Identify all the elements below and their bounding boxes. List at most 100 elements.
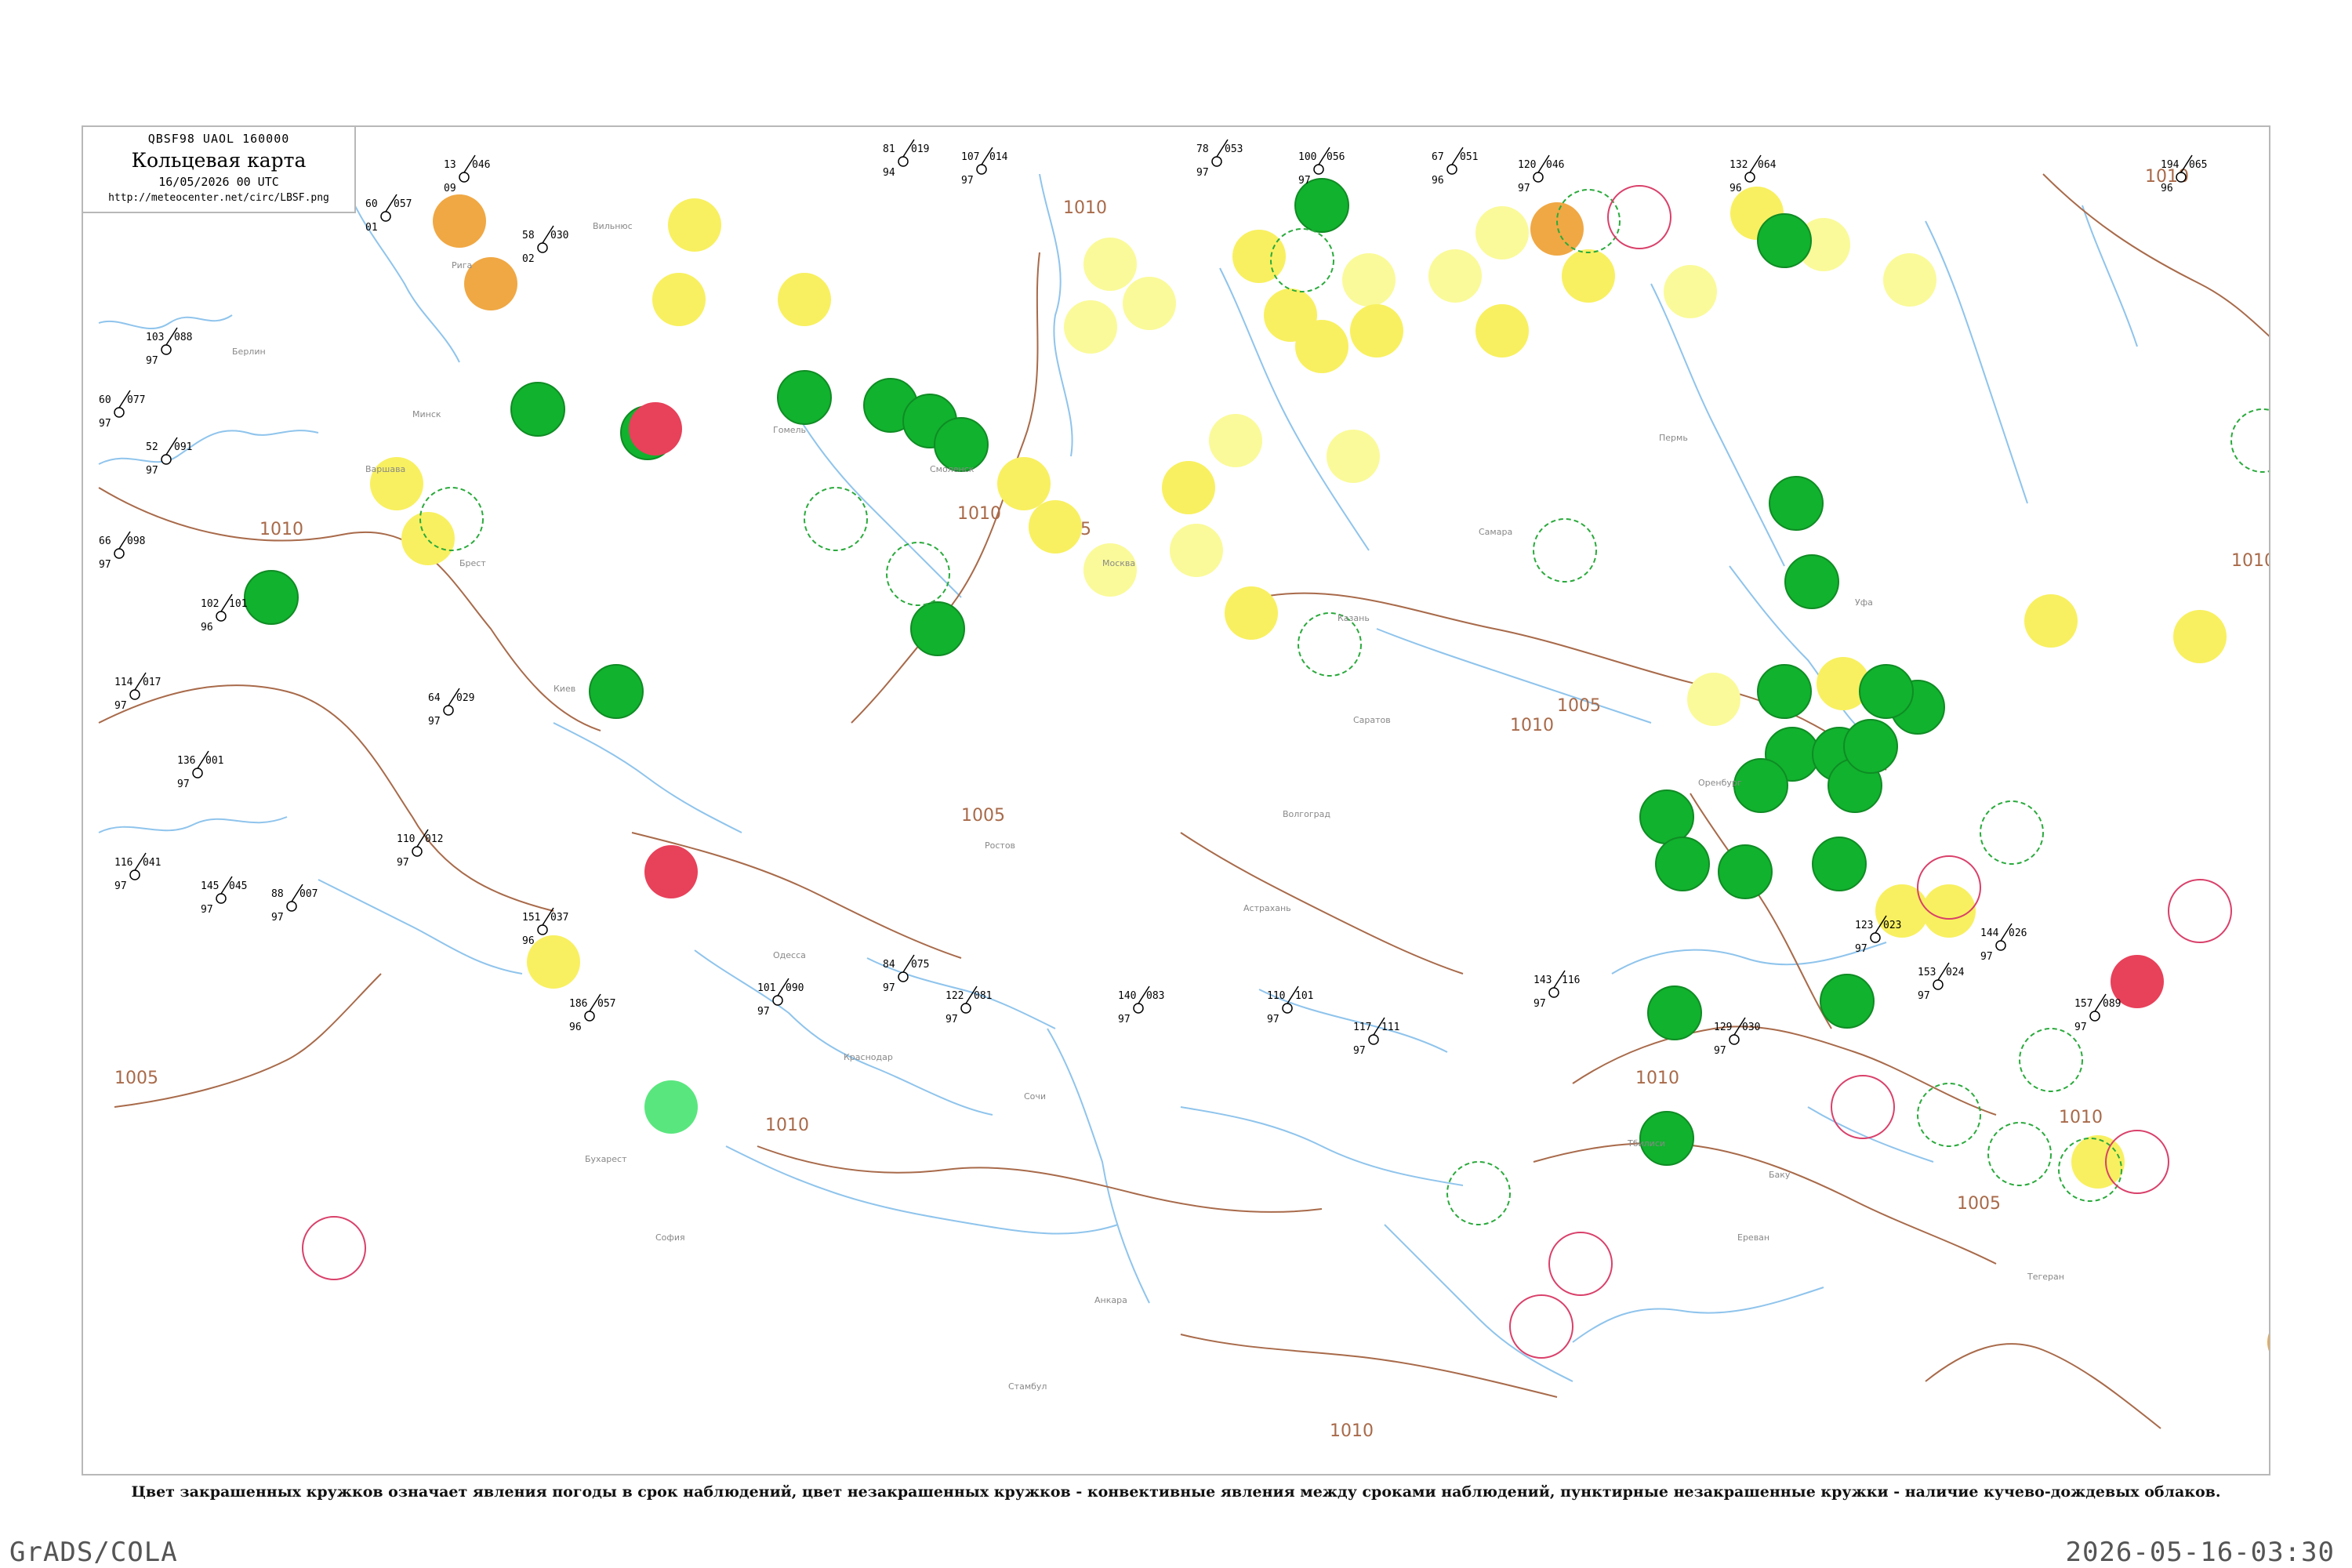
station-name: Баку <box>1769 1170 1791 1180</box>
weather-circle-fog-or-haze <box>2071 1135 2125 1189</box>
station-marker-icon <box>1533 172 1544 183</box>
cumulonimbus-ring <box>1533 518 1597 583</box>
station-name: София <box>655 1232 685 1243</box>
weather-circle-precipitation <box>1733 758 1788 813</box>
weather-circle-precipitation <box>1843 719 1898 774</box>
station-marker-icon <box>898 156 909 167</box>
weather-circle-precipitation <box>1812 837 1867 891</box>
station-name: Бухарест <box>585 1154 627 1164</box>
isobar-label: 1010 <box>1063 198 1107 218</box>
weather-circle-precipitation <box>1784 554 1839 609</box>
weather-circle-fog-or-haze <box>1232 230 1286 283</box>
station-temperature: 64 <box>428 692 441 704</box>
weather-circle-haze-light <box>1687 673 1740 726</box>
coast-line <box>1925 220 2028 504</box>
station-dewpoint: 97 <box>1714 1045 1726 1057</box>
weather-circle-fog-or-haze <box>2024 594 2078 648</box>
cumulonimbus-ring <box>1980 800 2044 865</box>
weather-circle-precipitation <box>1294 178 1349 233</box>
station-temperature: 122 <box>946 990 964 1002</box>
cumulonimbus-ring <box>2230 408 2269 473</box>
weather-circle-thunderstorm <box>644 845 698 898</box>
station-plot: 090 101 97 <box>757 978 804 1018</box>
source-link[interactable]: http://meteocenter.net/circ/LBSF.png <box>83 192 354 204</box>
weather-circle-haze-light <box>1342 253 1396 307</box>
station-temperature: 103 <box>146 332 164 343</box>
station-temperature: 13 <box>444 159 456 171</box>
station-dewpoint: 97 <box>1518 183 1530 194</box>
isobar-label: 1010 <box>957 504 1001 524</box>
station-marker-icon <box>960 1003 971 1014</box>
station-dewpoint: 96 <box>2161 183 2173 194</box>
synoptic-map: 1010100510101005101010051010100510101010… <box>98 139 2269 1441</box>
station-marker-icon <box>1446 164 1457 175</box>
isobar-line <box>757 1145 1323 1213</box>
station-marker-icon <box>161 454 172 465</box>
weather-circle-haze-light <box>1428 249 1482 303</box>
station-name: Берлин <box>232 347 266 357</box>
isobar-line <box>1925 1343 2161 1429</box>
station-dewpoint: 97 <box>99 559 111 571</box>
weather-circle-precipitation <box>1769 476 1824 531</box>
station-temperature: 107 <box>961 151 979 163</box>
station-name: Ереван <box>1737 1232 1769 1243</box>
station-name: Астрахань <box>1243 903 1291 913</box>
station-temperature: 81 <box>883 143 895 155</box>
station-marker-icon <box>1995 940 2006 951</box>
station-marker-icon <box>1368 1034 1379 1045</box>
station-name: Самара <box>1479 527 1512 537</box>
weather-circle-precipitation <box>1757 213 1812 268</box>
station-temperature: 194 <box>2161 159 2180 171</box>
station-name: Москва <box>1102 558 1135 568</box>
isobar-label: 1010 <box>1330 1421 1374 1441</box>
station-temperature: 66 <box>99 535 111 547</box>
weather-circle-haze-light <box>1327 430 1380 483</box>
station-plot: 075 84 97 <box>883 954 929 994</box>
weather-circle-fog-or-haze <box>997 457 1051 510</box>
station-name: Стамбул <box>1008 1381 1047 1392</box>
station-marker-icon <box>1313 164 1324 175</box>
station-dewpoint: 97 <box>1980 951 1993 963</box>
station-marker-icon <box>216 611 227 622</box>
station-pressure: 024 <box>1946 967 1965 978</box>
isobar-label: 1010 <box>1510 716 1554 735</box>
isobar-label: 1010 <box>1635 1069 1679 1088</box>
station-temperature: 129 <box>1714 1022 1732 1033</box>
coast-line <box>1180 1106 1464 1186</box>
station-temperature: 132 <box>1730 159 1748 171</box>
station-pressure: 091 <box>174 441 192 453</box>
isobar-label: 1010 <box>2059 1108 2103 1127</box>
station-name: Тбилиси <box>1627 1138 1665 1149</box>
station-plot: 030 58 02 <box>522 225 568 265</box>
station-pressure: 037 <box>550 912 568 924</box>
weather-circle-haze-light <box>1123 277 1176 330</box>
station-temperature: 143 <box>1534 975 1552 986</box>
convective-ring <box>302 1216 366 1280</box>
station-marker-icon <box>537 242 548 253</box>
station-name: Уфа <box>1855 597 1873 608</box>
weather-circle-fog-or-haze <box>1225 586 1278 640</box>
isobar-line <box>1690 793 1832 1029</box>
station-marker-icon <box>537 924 548 935</box>
station-temperature: 116 <box>114 857 132 869</box>
station-pressure: 030 <box>550 230 568 241</box>
weather-circle-precipitation <box>1718 844 1773 899</box>
station-marker-icon <box>459 172 470 183</box>
station-dewpoint: 01 <box>365 222 378 234</box>
coast-line <box>2082 205 2138 347</box>
station-marker-icon <box>161 344 172 355</box>
station-dewpoint: 96 <box>1730 183 1742 194</box>
station-plot: 057 60 01 <box>365 194 412 234</box>
weather-circle-precipitation <box>1655 837 1710 891</box>
weather-circles <box>244 178 2269 1359</box>
station-plot: 026 144 97 <box>1980 923 2027 963</box>
weather-circle-fog-or-haze <box>1922 884 1976 938</box>
station-temperature: 67 <box>1432 151 1444 163</box>
station-dewpoint: 97 <box>201 904 213 916</box>
weather-circle-dust <box>1530 202 1584 256</box>
weather-circle-precipitation <box>1820 974 1875 1029</box>
station-name: Варшава <box>365 464 405 474</box>
station-marker-icon <box>1933 979 1944 990</box>
station-dewpoint: 97 <box>177 779 190 790</box>
weather-circle-dust <box>2267 1333 2269 1352</box>
